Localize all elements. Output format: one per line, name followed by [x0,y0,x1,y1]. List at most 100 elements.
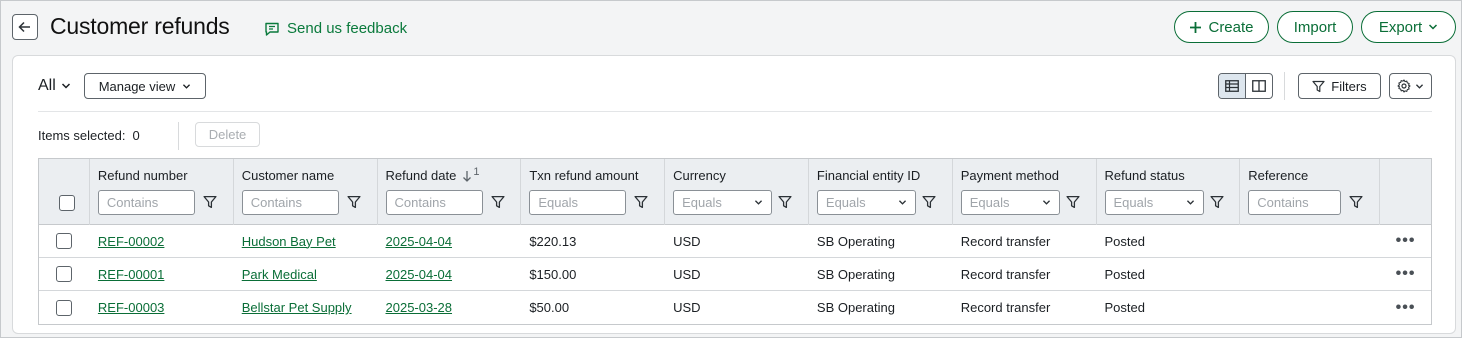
refund-date-link[interactable]: 2025-04-04 [386,234,453,249]
entity-cell: SB Operating [816,233,895,249]
status-cell: Posted [1104,266,1145,282]
filter-icon[interactable] [347,195,361,209]
delete-button[interactable]: Delete [195,122,260,147]
currency-cell: USD [673,266,701,282]
arrow-left-icon [18,21,30,33]
refund-number-filter-input[interactable]: Contains [97,190,195,215]
more-actions-icon[interactable]: ••• [1396,265,1416,283]
view-selector[interactable]: All [38,77,71,95]
table-icon [1225,80,1239,92]
entity-cell: SB Operating [816,300,895,315]
chevron-down-icon [61,83,70,89]
split-view-toggle[interactable] [1246,74,1272,98]
chevron-down-icon [183,83,191,89]
row-checkbox[interactable] [56,299,73,316]
entity-cell: SB Operating [816,266,895,282]
amount-filter-input[interactable]: Equals [529,190,627,215]
column-customer-name: Customer name Contains [234,159,378,225]
chevron-down-icon [1415,83,1424,89]
select-all-checkbox[interactable] [59,195,75,211]
more-actions-icon[interactable]: ••• [1396,232,1416,250]
create-label: Create [1208,18,1254,36]
filter-icon[interactable] [490,195,505,209]
customer-name-filter-input[interactable]: Contains [241,190,339,215]
items-selected-count: 0 [132,128,140,143]
refunds-table: Refund number Contains Customer name Con… [38,158,1432,325]
payment-method-filter-select[interactable]: Equals [960,190,1060,215]
payment-method-cell: Record transfer [960,266,1051,282]
column-label-sortable[interactable]: Refund date 1 [385,166,480,184]
payment-method-cell: Record transfer [960,233,1051,249]
column-label: Refund number [97,168,188,183]
currency-filter-select[interactable]: Equals [673,190,773,215]
column-payment-method: Payment method Equals [953,159,1097,225]
items-selected-label: Items selected: [38,128,126,143]
select-all-column [39,159,90,225]
table-row: REF-00003 Bellstar Pet Supply 2025-03-28… [39,291,1431,324]
filter-icon[interactable] [778,195,792,209]
customer-name-link[interactable]: Bellstar Pet Supply [242,300,352,315]
chevron-down-icon [755,200,763,205]
refund-number-link[interactable]: REF-00002 [98,234,164,249]
row-checkbox[interactable] [56,266,73,282]
view-label: All [38,77,56,94]
financial-entity-filter-select[interactable]: Equals [816,190,916,215]
chevron-down-icon [1186,200,1194,205]
settings-button[interactable] [1389,73,1432,99]
column-refund-number: Refund number Contains [90,159,234,225]
filters-button[interactable]: Filters [1298,73,1381,99]
back-button[interactable] [12,14,38,40]
filter-icon[interactable] [1209,195,1224,209]
chevron-down-icon [898,200,906,205]
table-view-toggle[interactable] [1219,74,1246,98]
amount-cell: $150.00 [529,266,577,282]
status-cell: Posted [1104,233,1145,249]
toolbar-divider [1284,72,1285,100]
actions-column [1380,159,1431,225]
column-reference: Reference Contains [1240,159,1381,225]
export-label: Export [1378,18,1423,36]
chevron-down-icon [1042,200,1050,205]
more-actions-icon[interactable]: ••• [1396,299,1416,317]
refund-date-link[interactable]: 2025-04-04 [386,267,453,282]
filter-icon[interactable] [1066,195,1080,209]
status-cell: Posted [1104,300,1145,315]
column-label: Financial entity ID [816,168,921,183]
refund-number-link[interactable]: REF-00003 [98,300,164,315]
filters-label: Filters [1331,78,1367,94]
filter-icon[interactable] [203,195,217,209]
column-label: Reference [1248,168,1309,183]
amount-cell: $50.00 [529,300,570,315]
payment-method-cell: Record transfer [960,300,1051,315]
table-header: Refund number Contains Customer name Con… [39,159,1431,225]
currency-cell: USD [673,233,701,249]
reference-filter-input[interactable]: Contains [1248,190,1342,215]
refund-number-link[interactable]: REF-00001 [98,267,164,282]
refund-status-filter-select[interactable]: Equals [1104,190,1204,215]
filter-icon[interactable] [634,195,648,209]
refund-date-link[interactable]: 2025-03-28 [386,300,453,315]
export-button[interactable]: Export [1361,11,1456,43]
column-refund-date: Refund date 1 Contains [378,159,522,225]
column-label: Refund date [385,168,457,183]
row-checkbox[interactable] [56,233,73,249]
feedback-link[interactable]: Send us feedback [264,20,407,37]
import-button[interactable]: Import [1277,11,1353,43]
customer-name-link[interactable]: Park Medical [242,267,317,282]
page-title: Customer refunds [50,13,230,39]
filter-icon[interactable] [922,195,936,209]
split-panel-icon [1252,80,1266,92]
gear-icon [1397,79,1411,93]
manage-view-button[interactable]: Manage view [84,73,206,99]
feedback-icon [265,22,279,36]
create-button[interactable]: Create [1174,11,1269,43]
refund-date-filter-input[interactable]: Contains [385,190,483,215]
column-label: Currency [673,168,726,183]
filter-icon[interactable] [1349,195,1363,209]
customer-name-link[interactable]: Hudson Bay Pet [242,234,336,249]
column-financial-entity-id: Financial entity ID Equals [809,159,953,225]
amount-cell: $220.13 [529,233,577,249]
selection-divider [178,122,179,150]
table-row: REF-00001 Park Medical 2025-04-04 $150.0… [39,258,1431,291]
column-label: Txn refund amount [529,168,639,183]
